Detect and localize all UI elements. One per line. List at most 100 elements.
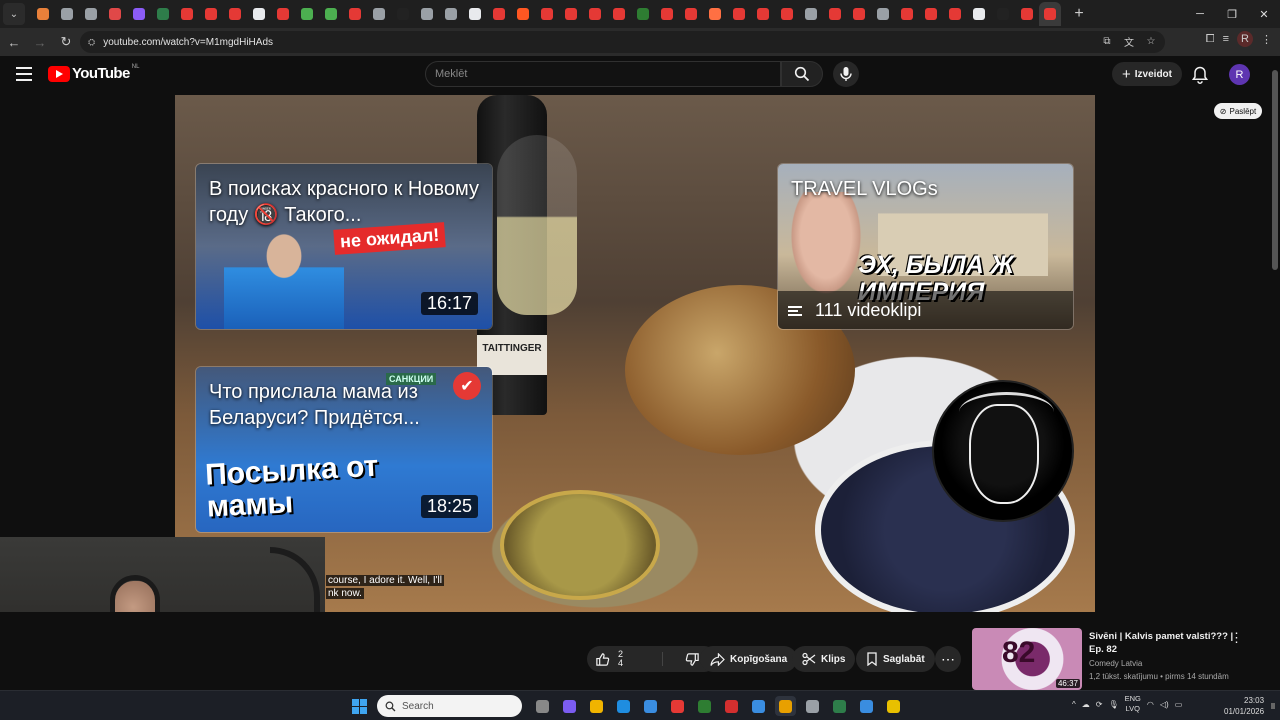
media-controls-icon[interactable]: ≡ xyxy=(1223,33,1229,45)
browser-tab[interactable] xyxy=(367,2,391,26)
browser-tab[interactable] xyxy=(1015,2,1039,26)
browser-tab[interactable] xyxy=(151,2,175,26)
browser-tab[interactable] xyxy=(631,2,655,26)
browser-tab[interactable] xyxy=(439,2,463,26)
taskbar-app-icon[interactable] xyxy=(829,696,850,716)
recommended-title[interactable]: Sivēni | Kalvis pamet valsti??? | Ep. 82 xyxy=(1089,630,1239,656)
browser-tab[interactable] xyxy=(463,2,487,26)
like-button[interactable]: 24 xyxy=(587,646,661,672)
browser-tab[interactable] xyxy=(55,2,79,26)
browser-tab[interactable] xyxy=(175,2,199,26)
browser-tab[interactable] xyxy=(391,2,415,26)
language-indicator[interactable]: ENG LVQ xyxy=(1125,694,1141,714)
browser-tab[interactable] xyxy=(415,2,439,26)
browser-tab[interactable] xyxy=(919,2,943,26)
recommended-thumbnail[interactable]: 82 46:37 xyxy=(972,628,1082,690)
taskbar-clock[interactable]: 23:03 01/01/2026 xyxy=(1224,695,1264,717)
browser-menu-icon[interactable]: ⋮ xyxy=(1261,33,1272,46)
browser-tab[interactable] xyxy=(295,2,319,26)
forward-button[interactable]: → xyxy=(28,30,52,54)
new-tab-button[interactable]: + xyxy=(1069,5,1089,23)
youtube-logo[interactable]: YouTube NL xyxy=(48,64,139,82)
windows-start-icon[interactable] xyxy=(352,699,367,714)
taskbar-app-icon[interactable] xyxy=(613,696,634,716)
recommended-channel[interactable]: Comedy Latvia xyxy=(1089,659,1142,668)
address-bar[interactable]: ⛭ youtube.com/watch?v=M1mgdHiHAds ⧉ 文 ☆ xyxy=(80,31,1165,53)
browser-tab[interactable] xyxy=(703,2,727,26)
browser-tab[interactable] xyxy=(679,2,703,26)
sync-icon[interactable]: ⟳ xyxy=(1096,700,1103,709)
browser-tab[interactable] xyxy=(1039,2,1061,26)
browser-tab[interactable] xyxy=(871,2,895,26)
browser-tab[interactable] xyxy=(751,2,775,26)
microphone-tray-icon[interactable]: 🎙 xyxy=(1108,700,1118,709)
back-button[interactable]: ← xyxy=(2,30,26,54)
endcard-video-2[interactable]: САНКЦИИ ✔ Посылка от мамы Что прислала м… xyxy=(195,366,493,533)
search-button[interactable] xyxy=(781,61,823,87)
endcard-playlist[interactable]: ЭХ, БЫЛА Ж ИМПЕРИЯ TRAVEL VLOGs 111 vide… xyxy=(777,163,1074,330)
close-window-button[interactable]: ✕ xyxy=(1248,0,1280,28)
taskbar-app-icon[interactable] xyxy=(694,696,715,716)
browser-tab[interactable] xyxy=(487,2,511,26)
site-info-icon[interactable]: ⛭ xyxy=(88,37,95,48)
browser-tab[interactable] xyxy=(895,2,919,26)
create-button[interactable]: + Izveidot xyxy=(1112,62,1182,86)
browser-tab[interactable] xyxy=(943,2,967,26)
browser-tab[interactable] xyxy=(103,2,127,26)
taskbar-app-icon[interactable] xyxy=(775,696,796,716)
reload-button[interactable]: ↻ xyxy=(54,30,78,54)
clip-button[interactable]: Klips xyxy=(792,646,856,672)
endcard-video-1[interactable]: не ожидал! В поисках красного к Новому г… xyxy=(195,163,493,330)
taskbar-app-icon[interactable] xyxy=(586,696,607,716)
browser-tab[interactable] xyxy=(583,2,607,26)
browser-tab[interactable] xyxy=(967,2,991,26)
browser-tab[interactable] xyxy=(127,2,151,26)
browser-tab[interactable] xyxy=(319,2,343,26)
taskbar-app-icon[interactable] xyxy=(856,696,877,716)
volume-icon[interactable]: ◁) xyxy=(1160,700,1169,709)
browser-tab[interactable] xyxy=(607,2,631,26)
browser-tab[interactable] xyxy=(199,2,223,26)
guide-menu-icon[interactable] xyxy=(16,67,32,81)
extensions-icon[interactable]: ⧠ xyxy=(1206,33,1215,46)
browser-tab[interactable] xyxy=(823,2,847,26)
battery-icon[interactable]: ▭ xyxy=(1175,700,1183,709)
browser-tab[interactable] xyxy=(511,2,535,26)
browser-tab[interactable] xyxy=(775,2,799,26)
browser-tab[interactable] xyxy=(535,2,559,26)
browser-tab[interactable] xyxy=(31,2,55,26)
save-button[interactable]: Saglabāt xyxy=(856,646,935,672)
taskbar-app-icon[interactable] xyxy=(883,696,904,716)
taskbar-search-input[interactable]: Search xyxy=(377,695,522,717)
bookmark-star-icon[interactable]: ☆ xyxy=(1143,36,1159,47)
notifications-bell-icon[interactable] xyxy=(1190,65,1210,85)
show-desktop-button[interactable] xyxy=(1271,703,1275,709)
voice-search-button[interactable] xyxy=(833,61,859,87)
browser-tab[interactable] xyxy=(343,2,367,26)
taskbar-app-icon[interactable] xyxy=(559,696,580,716)
taskbar-app-icon[interactable] xyxy=(667,696,688,716)
taskbar-app-icon[interactable] xyxy=(532,696,553,716)
more-actions-button[interactable]: ⋯ xyxy=(935,646,961,672)
recommended-video[interactable]: 82 46:37 Sivēni | Kalvis pamet valsti???… xyxy=(972,628,1262,690)
browser-tab[interactable] xyxy=(727,2,751,26)
browser-tab[interactable] xyxy=(223,2,247,26)
taskbar-app-icon[interactable] xyxy=(748,696,769,716)
search-input[interactable]: Meklēt xyxy=(425,61,781,87)
browser-tab[interactable] xyxy=(247,2,271,26)
translate-icon[interactable]: 文 xyxy=(1121,34,1137,49)
browser-tab[interactable] xyxy=(655,2,679,26)
install-app-icon[interactable]: ⧉ xyxy=(1099,36,1115,47)
taskbar-app-icon[interactable] xyxy=(802,696,823,716)
chevron-up-icon[interactable]: ^ xyxy=(1072,700,1076,709)
kebab-menu-icon[interactable]: ⋮ xyxy=(1230,630,1243,646)
hide-endscreen-button[interactable]: ⊘ Paslēpt xyxy=(1214,103,1262,119)
page-scrollbar[interactable] xyxy=(1270,56,1280,690)
tab-search-button[interactable]: ⌄ xyxy=(3,3,25,25)
channel-subscribe-card[interactable] xyxy=(932,380,1074,522)
taskbar-app-icon[interactable] xyxy=(721,696,742,716)
taskbar-app-icon[interactable] xyxy=(640,696,661,716)
browser-tab[interactable] xyxy=(799,2,823,26)
onedrive-icon[interactable]: ☁ xyxy=(1082,700,1090,709)
account-avatar[interactable]: R xyxy=(1229,64,1250,85)
